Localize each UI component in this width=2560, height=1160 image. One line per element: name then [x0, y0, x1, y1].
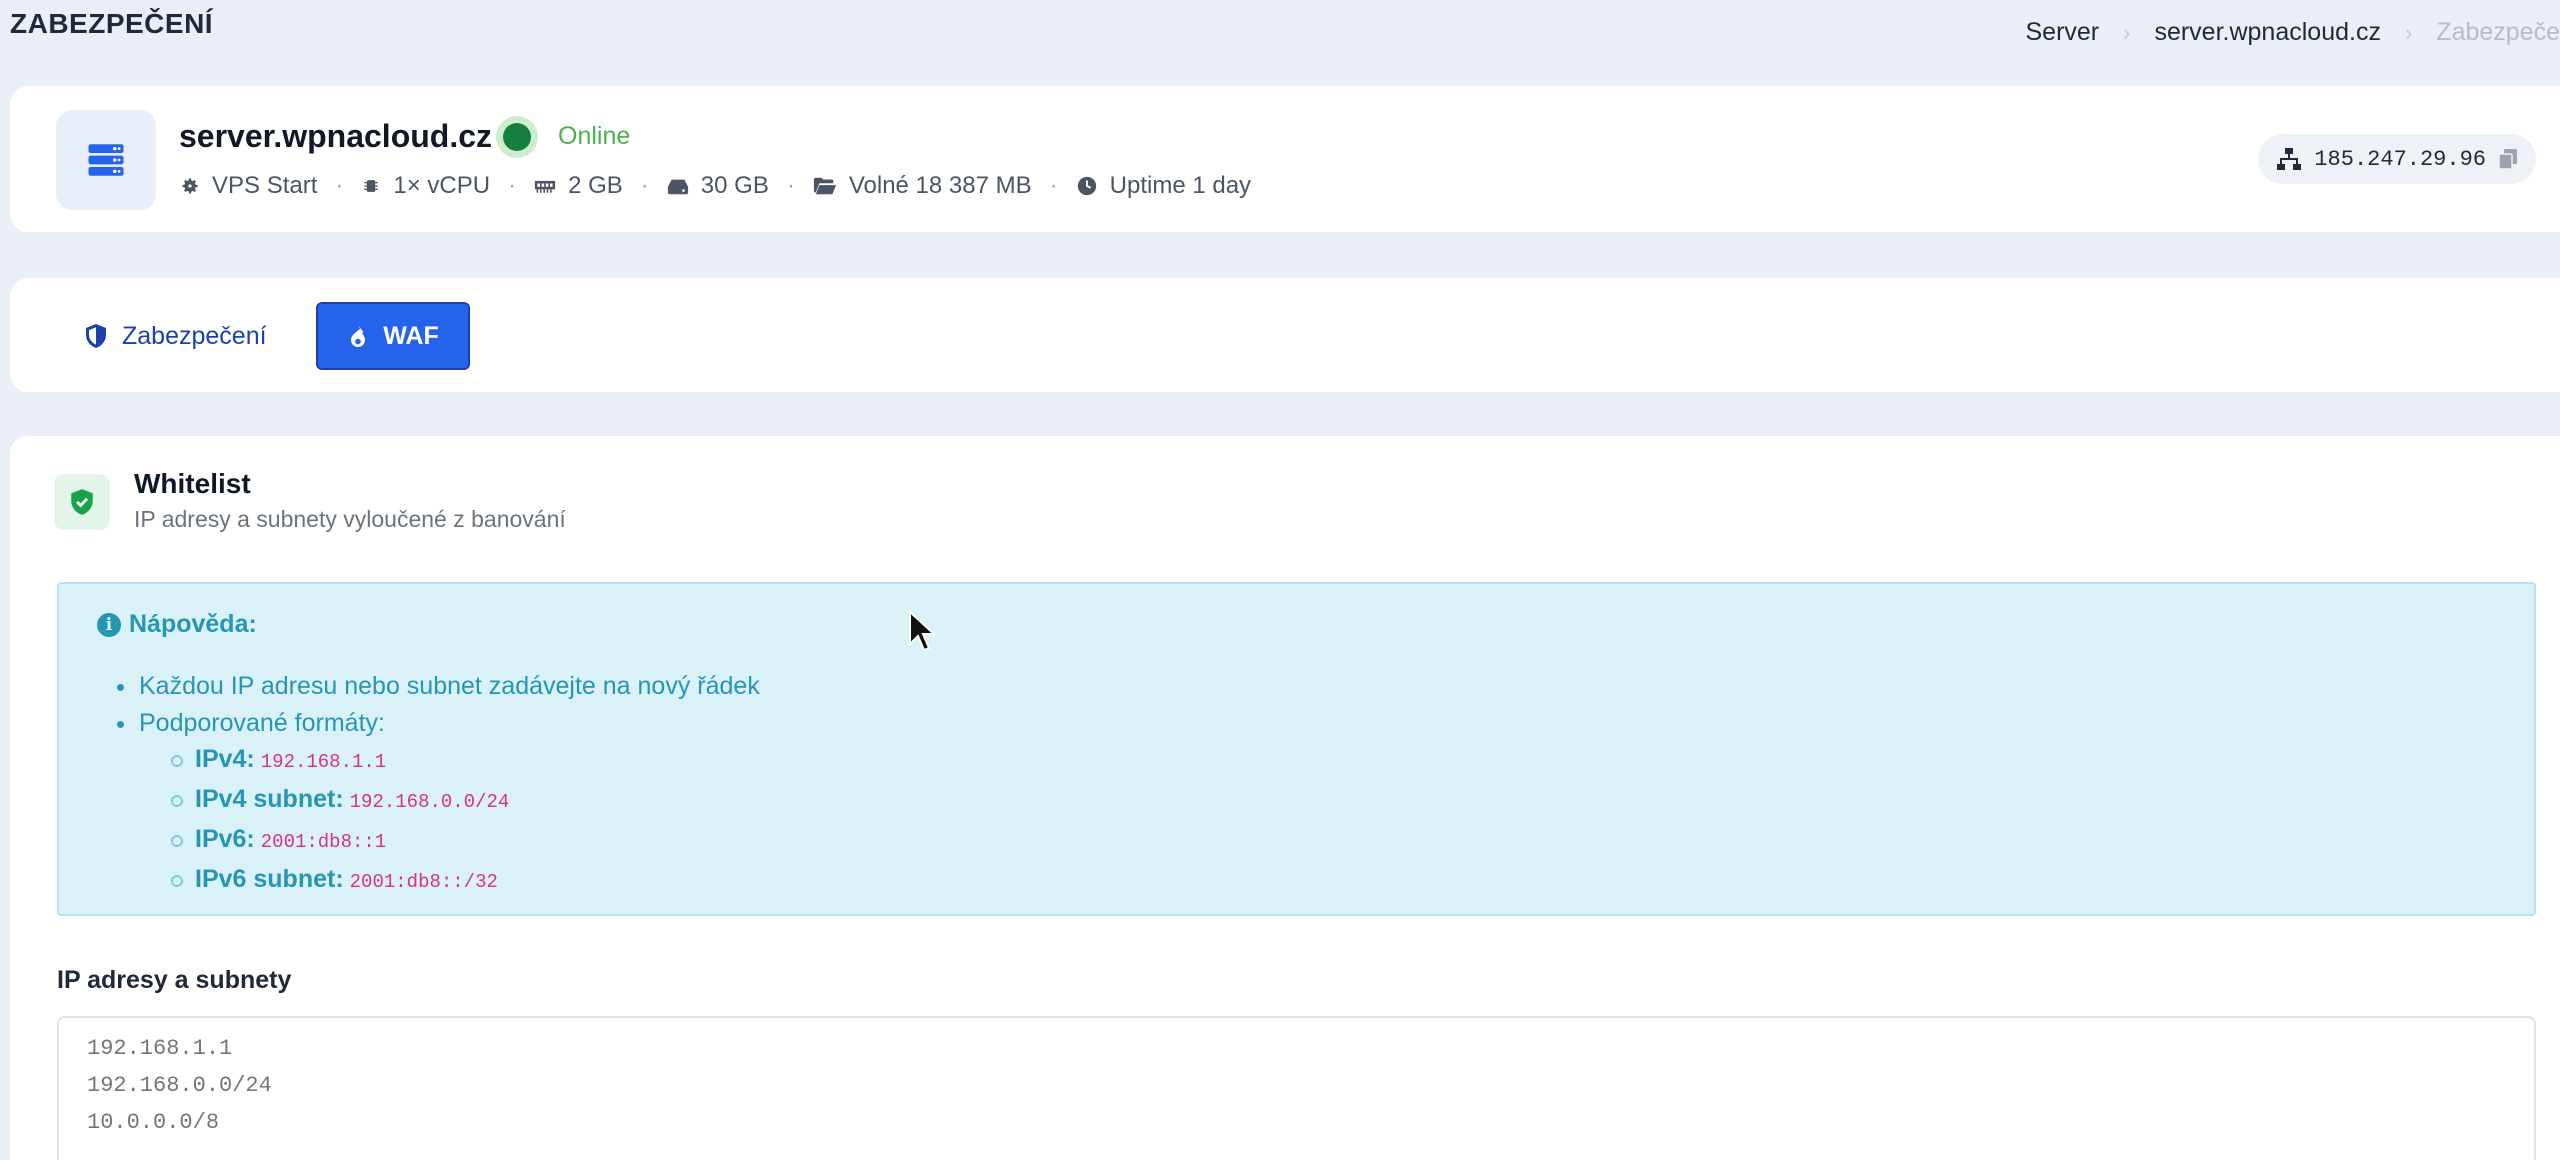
- spec-ram-label: 2 GB: [568, 172, 623, 199]
- spec-free-label: Volné 18 387 MB: [848, 172, 1032, 199]
- ip-list-label: IP adresy a subnety: [57, 966, 292, 994]
- tab-waf[interactable]: WAF: [316, 302, 470, 370]
- spec-uptime: Uptime 1 day: [1076, 172, 1251, 200]
- breadcrumb: Server › server.wpnacloud.cz › Zabezpeče: [2025, 18, 2560, 47]
- format-example: 192.168.0.0/24: [349, 791, 510, 813]
- breadcrumb-server-name[interactable]: server.wpnacloud.cz: [2154, 18, 2381, 47]
- spec-cpu: 1× vCPU: [361, 172, 490, 200]
- spec-free: Volné 18 387 MB: [813, 172, 1032, 200]
- list-item: Každou IP adresu nebo subnet zadávejte n…: [117, 668, 760, 705]
- help-title-label: Nápověda:: [129, 610, 257, 638]
- spec-cpu-label: 1× vCPU: [393, 172, 491, 199]
- spec-plan: VPS Start: [180, 172, 317, 200]
- page-title: ZABEZPEČENÍ: [10, 8, 214, 39]
- format-label: IPv6:: [195, 825, 255, 853]
- format-item: IPv6: 2001:db8::1: [170, 821, 509, 861]
- format-label: IPv4 subnet:: [195, 785, 344, 813]
- section-title: Whitelist: [134, 468, 251, 499]
- fire-icon: [351, 324, 366, 347]
- section-subtitle: IP adresy a subnety vyloučené z banování: [134, 506, 566, 532]
- whitelist-card: Whitelist IP adresy a subnety vyloučené …: [10, 436, 2560, 1160]
- status-badge: Online: [558, 122, 631, 150]
- chevron-right-icon: ›: [2123, 19, 2131, 45]
- tab-security[interactable]: Zabezpečení: [84, 302, 267, 370]
- format-item: IPv4: 192.168.1.1: [170, 741, 509, 781]
- memory-icon: [534, 180, 556, 193]
- format-item: IPv4 subnet: 192.168.0.0/24: [170, 781, 510, 821]
- spec-ram: 2 GB: [534, 172, 623, 200]
- format-label: IPv6 subnet:: [195, 865, 344, 893]
- shield-icon: [86, 324, 106, 348]
- server-specs: VPS Start · 1× vCPU · 2 GB · 30 GB · Vol…: [180, 172, 1251, 200]
- spec-uptime-label: Uptime 1 day: [1109, 172, 1252, 199]
- list-item: Podporované formáty:: [117, 705, 760, 742]
- format-item: IPv6 subnet: 2001:db8::/32: [170, 861, 509, 901]
- copy-icon[interactable]: [2498, 148, 2518, 170]
- shield-check-icon: [54, 474, 110, 530]
- status-indicator: [496, 116, 538, 158]
- format-label: IPv4:: [195, 745, 255, 773]
- ip-address-badge: 185.247.29.96: [2258, 134, 2536, 184]
- server-icon: [56, 110, 156, 210]
- hard-drive-icon: [667, 179, 688, 195]
- help-box: i Nápověda: Každou IP adresu nebo subnet…: [57, 582, 2536, 916]
- format-example: 2001:db8::/32: [349, 871, 498, 893]
- tabs-card: Zabezpečení WAF: [10, 278, 2560, 392]
- breadcrumb-server[interactable]: Server: [2025, 18, 2099, 47]
- mouse-cursor-icon: [909, 610, 936, 652]
- help-title: i Nápověda:: [97, 610, 257, 639]
- clock-icon: [1077, 176, 1096, 196]
- spec-disk: 30 GB: [667, 172, 769, 200]
- chevron-right-icon: ›: [2404, 19, 2413, 45]
- server-card: server.wpnacloud.cz Online VPS Start · 1…: [10, 86, 2560, 232]
- breadcrumb-current: Zabezpeče: [2436, 18, 2560, 46]
- tab-security-label: Zabezpečení: [122, 321, 267, 350]
- gear-icon: [182, 178, 198, 194]
- server-name: server.wpnacloud.cz: [179, 118, 493, 154]
- tab-waf-label: WAF: [383, 321, 439, 350]
- help-list: Každou IP adresu nebo subnet zadávejte n…: [117, 668, 760, 742]
- network-icon: [2277, 148, 2302, 170]
- folder-open-icon: [813, 177, 836, 195]
- ip-address: 185.247.29.96: [2314, 146, 2486, 172]
- spec-plan-label: VPS Start: [212, 172, 318, 199]
- format-example: 192.168.1.1: [260, 751, 387, 773]
- cpu-icon: [364, 180, 379, 192]
- ip-list-textarea[interactable]: [57, 1016, 2536, 1160]
- info-icon: i: [97, 612, 121, 637]
- format-example: 2001:db8::1: [260, 831, 387, 853]
- format-list: IPv4: 192.168.1.1 IPv4 subnet: 192.168.0.0…: [170, 741, 510, 901]
- spec-disk-label: 30 GB: [700, 172, 769, 199]
